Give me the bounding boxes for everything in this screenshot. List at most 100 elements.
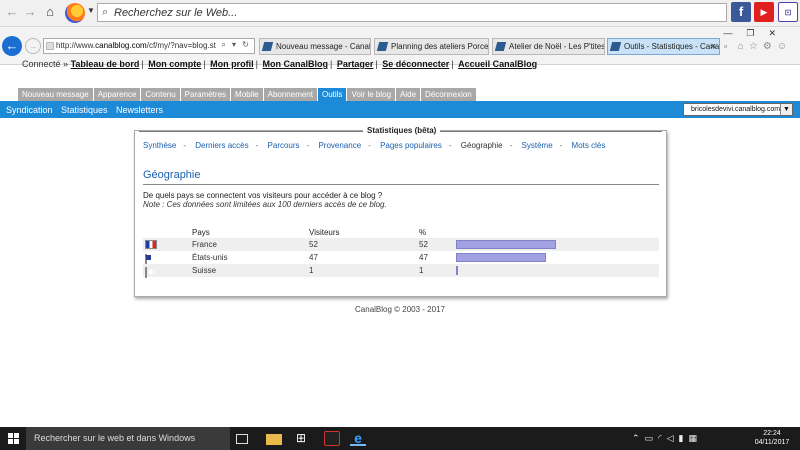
forward-button[interactable]: → (25, 38, 41, 54)
submenu-statistiques[interactable]: Statistiques (61, 105, 108, 115)
minimize-icon[interactable]: — (723, 28, 746, 38)
link-tableau-de-bord[interactable]: Tableau de bord (71, 59, 140, 69)
subnav-parcours[interactable]: Parcours (268, 141, 300, 150)
wifi-icon[interactable]: ◜ (658, 433, 667, 443)
back-arrow-icon[interactable]: ← (4, 4, 20, 20)
subnav-mots-cles[interactable]: Mots clés (572, 141, 606, 150)
tab-nouveau-message[interactable]: Nouveau message - CanalBlog (259, 38, 371, 55)
firefox-logo-icon[interactable] (65, 3, 85, 23)
france-flag-icon (145, 240, 157, 249)
subnav-systeme[interactable]: Système (522, 141, 553, 150)
menu-tab-voir-le-blog[interactable]: Voir le blog (347, 88, 396, 101)
stats-subnav: Synthèse - Derniers accès - Parcours - Prov… (143, 141, 606, 150)
forward-arrow-icon[interactable]: → (22, 4, 38, 20)
gamepad-icon[interactable]: ⊡ (778, 2, 798, 22)
visitor-count: 1 (309, 266, 314, 275)
battery-icon[interactable]: ▮ (678, 433, 688, 443)
youtube-icon[interactable]: ▶ (754, 2, 774, 22)
network-icon[interactable]: ▭ (645, 433, 659, 443)
menu-tab-aide[interactable]: Aide (396, 88, 421, 101)
file-explorer-icon[interactable] (266, 434, 282, 445)
home-icon[interactable]: ⌂ (42, 4, 58, 20)
new-tab-icon[interactable]: ▫ (724, 41, 727, 51)
url-prefix: http://www. (56, 41, 96, 50)
tab-outils-statistiques[interactable]: Outils - Statistiques - Canal... × (607, 38, 720, 55)
connected-label: Connecté » (22, 59, 69, 69)
facebook-icon[interactable]: f (731, 2, 751, 22)
link-se-deconnecter[interactable]: Se déconnecter (382, 59, 449, 69)
media-app-icon[interactable] (324, 431, 340, 446)
header-visitors: Visiteurs (309, 228, 340, 237)
search-icon: ⌕ (102, 6, 109, 18)
header-country: Pays (192, 228, 210, 237)
clock-time: 22:24 (763, 430, 781, 437)
subnav-synthese[interactable]: Synthèse (143, 141, 176, 150)
maximize-icon[interactable]: ❐ (746, 28, 768, 38)
menu-tab-mobile[interactable]: Mobile (231, 88, 263, 101)
chevron-up-icon[interactable]: ⌃ (632, 433, 645, 443)
subnav-derniers-acces[interactable]: Derniers accès (195, 141, 248, 150)
blog-selector-value: bricolesdevivi.canalblog.com (691, 106, 781, 113)
keyboard-icon[interactable]: ▦ (688, 433, 702, 443)
web-search-input[interactable]: ⌕ Recherchez sur le Web... (97, 3, 727, 22)
address-controls[interactable]: ⌕ ▾ ↻ (221, 40, 251, 50)
menu-tab-abonnement[interactable]: Abonnement (263, 88, 317, 101)
menu-tab-deconnexion[interactable]: Déconnexion (421, 88, 476, 101)
browser-tools: ⌂☆⚙☺ (738, 41, 792, 52)
task-view-icon[interactable] (236, 434, 248, 444)
menu-tab-outils[interactable]: Outils (317, 88, 347, 101)
taskbar-clock[interactable]: 22:24 04/11/2017 (752, 429, 792, 447)
windows-taskbar: Rechercher sur le web et dans Windows ⊞ … (0, 427, 800, 450)
country-name: Suisse (192, 266, 217, 275)
statistics-panel: Statistiques (bêta) Synthèse - Derniers a… (134, 126, 667, 297)
link-accueil-canalblog[interactable]: Accueil CanalBlog (458, 59, 537, 69)
search-toolbar: ← → ⌂ ▼ ⌕ Recherchez sur le Web... f ▶ ⊡ (0, 0, 800, 27)
settings-gear-icon[interactable]: ⚙ (763, 41, 777, 52)
sub-menu-bar: Syndication Statistiques Newsletters bri… (0, 101, 800, 118)
submenu-newsletters[interactable]: Newsletters (116, 105, 163, 115)
tab-atelier-noel[interactable]: Atelier de Noël - Les P'tites Bri... (492, 38, 605, 55)
blog-selector[interactable]: bricolesdevivi.canalblog.com ▼ (683, 103, 793, 116)
link-partager[interactable]: Partager (337, 59, 374, 69)
store-icon[interactable]: ⊞ (296, 431, 312, 446)
link-mon-canalblog[interactable]: Mon CanalBlog (262, 59, 328, 69)
table-row: France 52 52 (143, 238, 659, 251)
subnav-pages-populaires[interactable]: Pages populaires (380, 141, 442, 150)
menu-tab-contenu[interactable]: Contenu (141, 88, 180, 101)
taskbar-search-input[interactable]: Rechercher sur le web et dans Windows (26, 427, 230, 450)
page-footer: CanalBlog © 2003 - 2017 (355, 305, 445, 314)
volume-icon[interactable]: ◁ (667, 433, 679, 443)
link-mon-profil[interactable]: Mon profil (210, 59, 254, 69)
canalblog-tab-icon (376, 42, 389, 51)
header-percent: % (419, 228, 427, 237)
chevron-down-icon[interactable]: ▼ (780, 104, 792, 115)
close-icon[interactable]: × (711, 39, 716, 54)
switzerland-flag-icon (145, 267, 147, 278)
percent-bar (456, 240, 556, 249)
table-row: États-unis 47 47 (143, 251, 659, 265)
submenu-syndication[interactable]: Syndication (6, 105, 53, 115)
menu-tab-nouveau-message[interactable]: Nouveau message (18, 88, 93, 101)
link-mon-compte[interactable]: Mon compte (148, 59, 201, 69)
smiley-icon[interactable]: ☺ (777, 41, 792, 52)
internet-explorer-icon[interactable]: e (350, 431, 366, 446)
close-window-icon[interactable]: ✕ (768, 28, 790, 38)
windows-start-icon[interactable] (8, 433, 20, 445)
table-row: Suisse 1 1 (143, 264, 659, 278)
user-links-bar: Connecté » Tableau de bord | Mon compte | … (22, 59, 538, 69)
visitor-count: 52 (309, 240, 318, 249)
home-icon[interactable]: ⌂ (738, 41, 749, 52)
chevron-down-icon[interactable]: ▼ (87, 6, 95, 15)
clock-date: 04/11/2017 (754, 439, 790, 446)
tab-planning-ateliers[interactable]: Planning des ateliers Porcelain... (374, 38, 489, 55)
menu-tab-apparence[interactable]: Apparence (93, 88, 141, 101)
favorites-star-icon[interactable]: ☆ (749, 41, 763, 52)
menu-tab-parametres[interactable]: Paramètres (180, 88, 231, 101)
canalblog-tab-icon (261, 42, 274, 51)
percent-bar (456, 253, 546, 262)
visitor-percent: 1 (419, 266, 424, 275)
visitor-percent: 47 (419, 253, 428, 262)
back-button[interactable]: ← (2, 36, 22, 56)
subnav-provenance[interactable]: Provenance (318, 141, 361, 150)
address-bar[interactable]: http://www.canalblog.com/cf/my/?nav=blog… (43, 38, 255, 54)
